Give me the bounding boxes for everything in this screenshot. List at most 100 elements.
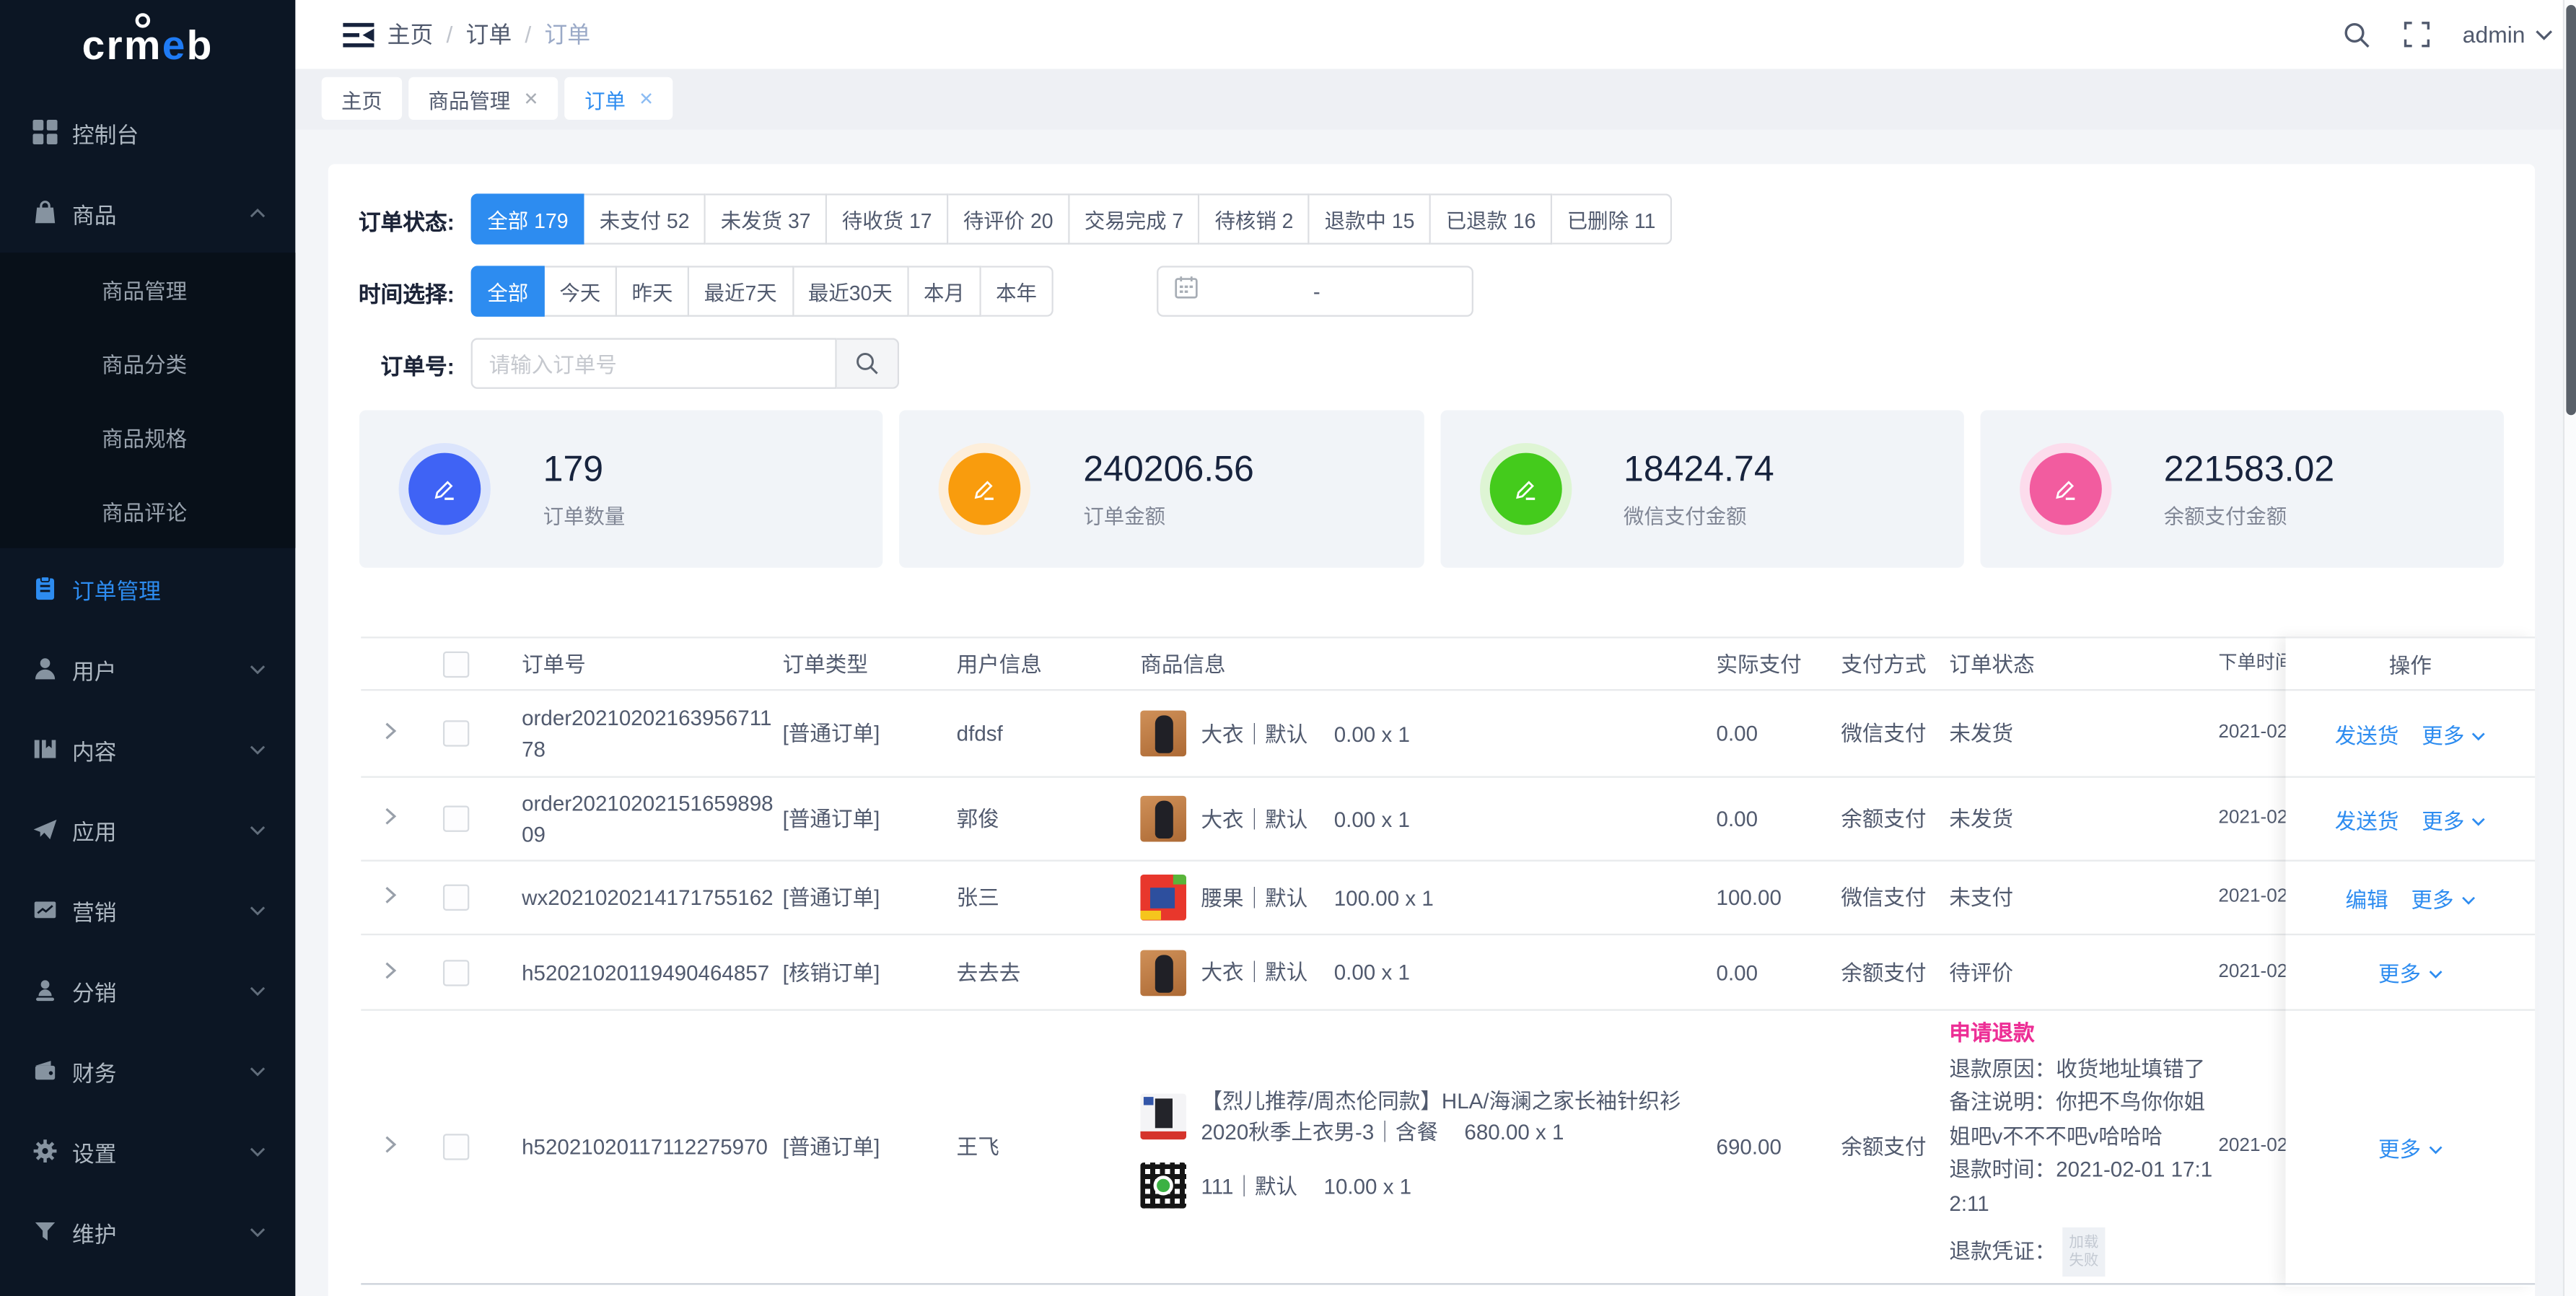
time-filter-7days[interactable]: 最近7天 (689, 266, 793, 316)
product-name: 腰果｜默认 (1201, 885, 1307, 910)
wallet-icon (32, 1059, 57, 1083)
row-checkbox[interactable] (443, 720, 469, 746)
expand-row-icon[interactable] (384, 957, 397, 988)
breadcrumb-separator: / (447, 22, 453, 48)
status-filter-deleted[interactable]: 已删除 11 (1552, 193, 1672, 244)
sidebar-subitem-label: 商品规格 (102, 421, 187, 452)
topbar-actions: admin (2343, 0, 2553, 69)
sidebar-item-finance[interactable]: 财务 (0, 1030, 295, 1111)
sidebar-item-goods-spec[interactable]: 商品规格 (0, 400, 295, 474)
search-icon[interactable] (2343, 20, 2371, 48)
status-filter-unpaid[interactable]: 未支付 52 (584, 193, 706, 244)
status-filter-verify[interactable]: 待核销 2 (1200, 193, 1310, 244)
fullscreen-icon[interactable] (2404, 22, 2430, 48)
sidebar-item-goods-review[interactable]: 商品评论 (0, 474, 295, 548)
sidebar-item-orders[interactable]: 订单管理 (0, 548, 295, 628)
status-filter-complete[interactable]: 交易完成 7 (1069, 193, 1200, 244)
order-status-group: 全部 179 未支付 52 未发货 37 待收货 17 待评价 20 交易完成 … (471, 193, 1673, 244)
edit-link[interactable]: 编辑 (2346, 882, 2388, 913)
status-filter-review[interactable]: 待评价 20 (948, 193, 1069, 244)
tab-goods-manage[interactable]: 商品管理✕ (408, 77, 558, 120)
close-icon[interactable]: ✕ (523, 88, 538, 110)
time-filter-today[interactable]: 今天 (545, 266, 617, 316)
refund-reason: 退款原因：收货地址填错了 (1949, 1053, 2221, 1087)
order-status: 未支付 (1949, 882, 2221, 913)
row-checkbox[interactable] (443, 959, 469, 985)
sidebar-item-apps[interactable]: 应用 (0, 789, 295, 870)
time-filter-month[interactable]: 本月 (909, 266, 981, 316)
sidebar: crmeb 控制台 商品 商品管理 商品分类 商品规格 (0, 0, 295, 1296)
sidebar-item-distribution[interactable]: 分销 (0, 950, 295, 1030)
expand-row-icon[interactable] (384, 1131, 397, 1163)
tab-label: 订单 (584, 83, 626, 114)
user-menu[interactable]: admin (2463, 22, 2553, 48)
product-info: 腰果｜默认100.00 x 1 (1140, 875, 1714, 921)
sidebar-item-content[interactable]: 内容 (0, 709, 295, 789)
send-goods-link[interactable]: 发送货 (2335, 803, 2399, 834)
row-checkbox[interactable] (443, 885, 469, 911)
more-link[interactable]: 更多 (2422, 803, 2486, 834)
time-filter-yesterday[interactable]: 昨天 (617, 266, 689, 316)
book-icon (32, 737, 57, 761)
time-filter-all[interactable]: 全部 (471, 266, 545, 316)
sidebar-item-goods-category[interactable]: 商品分类 (0, 327, 295, 400)
time-filter-year[interactable]: 本年 (981, 266, 1053, 316)
expand-row-icon[interactable] (384, 718, 397, 749)
sidebar-item-settings[interactable]: 设置 (0, 1111, 295, 1191)
breadcrumb-home[interactable]: 主页 (387, 18, 434, 51)
date-range-input[interactable]: - (1157, 266, 1473, 316)
pay-method: 微信支付 (1841, 882, 1946, 913)
select-all-checkbox[interactable] (443, 651, 469, 677)
table-header: 订单号 订单类型 用户信息 商品信息 实际支付 支付方式 订单状态 下单时间 (361, 636, 2502, 691)
more-link[interactable]: 更多 (2422, 718, 2486, 749)
status-filter-all[interactable]: 全部 179 (471, 193, 585, 244)
order-type: [普通订单] (783, 1131, 939, 1163)
tab-home[interactable]: 主页 (322, 77, 402, 120)
clipboard-icon (32, 576, 57, 600)
col-product-info: 商品信息 (1140, 648, 1714, 679)
sidebar-item-users[interactable]: 用户 (0, 629, 295, 709)
more-link[interactable]: 更多 (2378, 957, 2443, 988)
status-filter-unshipped[interactable]: 未发货 37 (706, 193, 827, 244)
sidebar-item-label: 用户 (72, 652, 116, 685)
sidebar-item-goods[interactable]: 商品 (0, 172, 295, 253)
time-filter-row: 时间选择: 全部 今天 昨天 最近7天 最近30天 本月 本年 (328, 266, 1053, 316)
expand-row-icon[interactable] (384, 803, 397, 834)
search-order-button[interactable] (837, 338, 899, 388)
product-info: 大衣｜默认0.00 x 1 (1140, 796, 1714, 842)
more-link[interactable]: 更多 (2411, 882, 2475, 913)
sidebar-item-goods-manage[interactable]: 商品管理 (0, 253, 295, 326)
order-no: h52021020117112275970 (522, 1131, 781, 1163)
scrollbar-thumb[interactable] (2566, 5, 2576, 415)
order-status: 未发货 (1949, 718, 2221, 749)
tab-orders[interactable]: 订单 ✕ (565, 77, 674, 120)
collapse-menu-icon[interactable] (343, 22, 379, 58)
row-checkbox[interactable] (443, 1134, 469, 1160)
order-no-input[interactable]: 请输入订单号 (471, 338, 837, 388)
send-goods-link[interactable]: 发送货 (2335, 718, 2399, 749)
person-badge-icon (32, 978, 57, 1002)
product-name: 大衣｜默认 (1201, 721, 1307, 745)
edit-pencil-icon (949, 453, 1021, 525)
actual-pay: 690.00 (1716, 1131, 1831, 1163)
product-name: 大衣｜默认 (1201, 807, 1307, 831)
more-label: 更多 (2411, 882, 2453, 913)
table-row: h52021020119490464857 [核销订单] 去去去 大衣｜默认0.… (361, 935, 2502, 1011)
close-icon[interactable]: ✕ (639, 88, 654, 110)
stat-label: 微信支付金额 (1624, 499, 1774, 530)
breadcrumb-orders[interactable]: 订单 (466, 18, 512, 51)
stat-icon-halo (1479, 443, 1571, 535)
stat-card-order-count: 179订单数量 (359, 410, 883, 567)
status-filter-refunding[interactable]: 退款中 15 (1310, 193, 1431, 244)
status-filter-receiving[interactable]: 待收货 17 (827, 193, 948, 244)
sidebar-item-marketing[interactable]: 营销 (0, 870, 295, 950)
main-area: 主页 / 订单 / 订单 admin 主页 商品管理✕ (295, 0, 2576, 1296)
status-filter-refunded[interactable]: 已退款 16 (1431, 193, 1552, 244)
time-filter-30days[interactable]: 最近30天 (793, 266, 908, 316)
expand-row-icon[interactable] (384, 882, 397, 913)
row-checkbox[interactable] (443, 805, 469, 831)
sidebar-item-maintain[interactable]: 维护 (0, 1191, 295, 1271)
sidebar-item-dashboard[interactable]: 控制台 (0, 92, 295, 172)
product-price-qty: 680.00 x 1 (1464, 1120, 1564, 1144)
more-link[interactable]: 更多 (2378, 1131, 2443, 1163)
